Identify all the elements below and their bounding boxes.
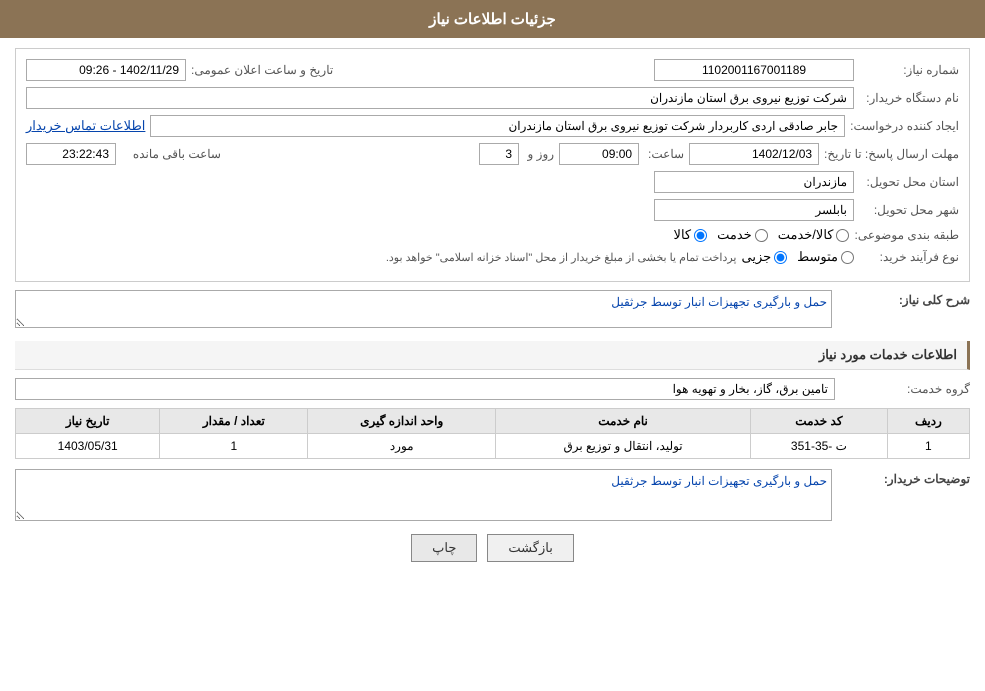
print-button[interactable]: چاپ xyxy=(411,534,477,562)
buyer-org-label: نام دستگاه خریدار: xyxy=(859,91,959,105)
buyer-desc-content xyxy=(15,469,832,524)
radio-kala-khedmat-label: کالا/خدمت xyxy=(778,227,834,243)
col-row-num: ردیف xyxy=(887,409,969,434)
general-desc-row: شرح کلی نیاز: xyxy=(15,290,970,331)
need-number-label: شماره نیاز: xyxy=(859,63,959,77)
radio-khedmat[interactable]: خدمت xyxy=(717,227,768,243)
province-label: استان محل تحویل: xyxy=(859,175,959,189)
col-date: تاریخ نیاز xyxy=(16,409,160,434)
main-content: شماره نیاز: تاریخ و ساعت اعلان عمومی: نا… xyxy=(0,38,985,582)
response-date-input[interactable] xyxy=(689,143,819,165)
city-input[interactable] xyxy=(654,199,854,221)
response-day-input[interactable] xyxy=(479,143,519,165)
info-section: شماره نیاز: تاریخ و ساعت اعلان عمومی: نا… xyxy=(15,48,970,282)
row-requester: ایجاد کننده درخواست: اطلاعات تماس خریدار xyxy=(26,115,959,137)
radio-khedmat-input[interactable] xyxy=(755,229,768,242)
row-city: شهر محل تحویل: xyxy=(26,199,959,221)
buyer-desc-block: توضیحات خریدار: xyxy=(15,469,970,524)
services-title: اطلاعات خدمات مورد نیاز xyxy=(819,347,957,362)
response-time-input[interactable] xyxy=(559,143,639,165)
row-buyer-org: نام دستگاه خریدار: xyxy=(26,87,959,109)
row-purchase-type: نوع فرآیند خرید: متوسط جزیی پرداخت تمام … xyxy=(26,249,959,265)
back-button[interactable]: بازگشت xyxy=(487,534,573,562)
page-header: جزئیات اطلاعات نیاز xyxy=(0,0,985,38)
response-day-label: روز و xyxy=(524,147,554,161)
radio-kala-label: کالا xyxy=(674,227,692,243)
purchase-type-label: نوع فرآیند خرید: xyxy=(859,250,959,264)
page-wrapper: جزئیات اطلاعات نیاز شماره نیاز: تاریخ و … xyxy=(0,0,985,691)
response-time-label: ساعت: xyxy=(644,147,684,161)
cell-date: 1403/05/31 xyxy=(16,434,160,459)
deadline-label: مهلت ارسال پاسخ: تا تاریخ: xyxy=(824,147,959,161)
radio-motavaset-input[interactable] xyxy=(841,251,854,264)
general-desc-textarea[interactable] xyxy=(15,290,832,328)
general-desc-content xyxy=(15,290,832,331)
services-table: ردیف کد خدمت نام خدمت واحد اندازه گیری ت… xyxy=(15,408,970,459)
page-title: جزئیات اطلاعات نیاز xyxy=(429,11,556,28)
classification-radio-group: کالا/خدمت خدمت کالا xyxy=(674,227,850,243)
radio-kala-khedmat-input[interactable] xyxy=(836,229,849,242)
col-quantity: تعداد / مقدار xyxy=(160,409,308,434)
contact-link[interactable]: اطلاعات تماس خریدار xyxy=(26,118,145,134)
purchase-type-group: متوسط جزیی xyxy=(741,249,854,265)
row-province: استان محل تحویل: xyxy=(26,171,959,193)
col-unit: واحد اندازه گیری xyxy=(308,409,496,434)
classification-label: طبقه بندی موضوعی: xyxy=(854,228,959,242)
announcement-label: تاریخ و ساعت اعلان عمومی: xyxy=(191,63,333,77)
requester-input[interactable] xyxy=(150,115,845,137)
buyer-org-input[interactable] xyxy=(26,87,854,109)
province-input[interactable] xyxy=(654,171,854,193)
general-desc-label: شرح کلی نیاز: xyxy=(840,290,970,307)
row-deadline: مهلت ارسال پاسخ: تا تاریخ: ساعت: روز و س… xyxy=(26,143,959,165)
general-desc-block: شرح کلی نیاز: xyxy=(15,290,970,331)
button-row: بازگشت چاپ xyxy=(15,534,970,562)
cell-service-code: ت -35-351 xyxy=(751,434,888,459)
table-row: 1 ت -35-351 تولید، انتقال و توزیع برق مو… xyxy=(16,434,970,459)
buyer-desc-textarea[interactable] xyxy=(15,469,832,521)
row-need-number: شماره نیاز: تاریخ و ساعت اعلان عمومی: xyxy=(26,59,959,81)
radio-kala-input[interactable] xyxy=(694,229,707,242)
radio-khedmat-label: خدمت xyxy=(717,227,752,243)
remaining-label: ساعت باقی مانده xyxy=(121,147,221,161)
radio-jozi[interactable]: جزیی xyxy=(741,249,787,265)
row-classification: طبقه بندی موضوعی: کالا/خدمت خدمت کالا xyxy=(26,227,959,243)
cell-row-num: 1 xyxy=(887,434,969,459)
services-section-header: اطلاعات خدمات مورد نیاز xyxy=(15,341,970,370)
cell-service-name: تولید، انتقال و توزیع برق xyxy=(496,434,751,459)
cell-quantity: 1 xyxy=(160,434,308,459)
buyer-desc-label: توضیحات خریدار: xyxy=(840,469,970,486)
purchase-note: پرداخت تمام یا بخشی از مبلغ خریدار از مح… xyxy=(386,251,737,264)
row-service-group: گروه خدمت: xyxy=(15,378,970,400)
announcement-datetime-input[interactable] xyxy=(26,59,186,81)
service-group-label: گروه خدمت: xyxy=(840,382,970,396)
cell-unit: مورد xyxy=(308,434,496,459)
need-number-input[interactable] xyxy=(654,59,854,81)
buyer-desc-row: توضیحات خریدار: xyxy=(15,469,970,524)
radio-jozi-input[interactable] xyxy=(774,251,787,264)
radio-kala[interactable]: کالا xyxy=(674,227,708,243)
radio-motavaset-label: متوسط xyxy=(797,249,838,265)
radio-kala-khedmat[interactable]: کالا/خدمت xyxy=(778,227,850,243)
requester-label: ایجاد کننده درخواست: xyxy=(850,119,959,133)
radio-jozi-label: جزیی xyxy=(741,249,771,265)
remaining-time-input[interactable] xyxy=(26,143,116,165)
radio-motavaset[interactable]: متوسط xyxy=(797,249,854,265)
city-label: شهر محل تحویل: xyxy=(859,203,959,217)
service-group-input[interactable] xyxy=(15,378,835,400)
col-service-name: نام خدمت xyxy=(496,409,751,434)
col-service-code: کد خدمت xyxy=(751,409,888,434)
